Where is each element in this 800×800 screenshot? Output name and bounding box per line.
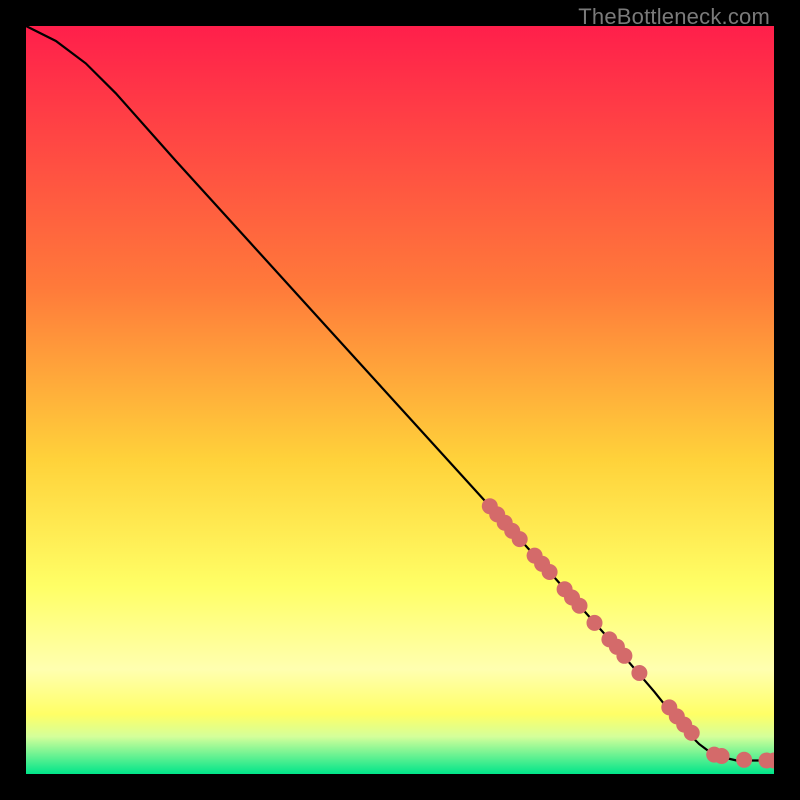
data-marker bbox=[714, 748, 730, 764]
data-marker bbox=[512, 531, 528, 547]
gradient-bg bbox=[26, 26, 774, 774]
data-marker bbox=[616, 648, 632, 664]
data-marker bbox=[631, 665, 647, 681]
data-marker bbox=[572, 598, 588, 614]
gradient-chart bbox=[26, 26, 774, 774]
data-marker bbox=[587, 615, 603, 631]
data-marker bbox=[684, 725, 700, 741]
data-marker bbox=[542, 564, 558, 580]
plot-area bbox=[26, 26, 774, 774]
data-marker bbox=[736, 752, 752, 768]
watermark-text: TheBottleneck.com bbox=[578, 4, 770, 30]
